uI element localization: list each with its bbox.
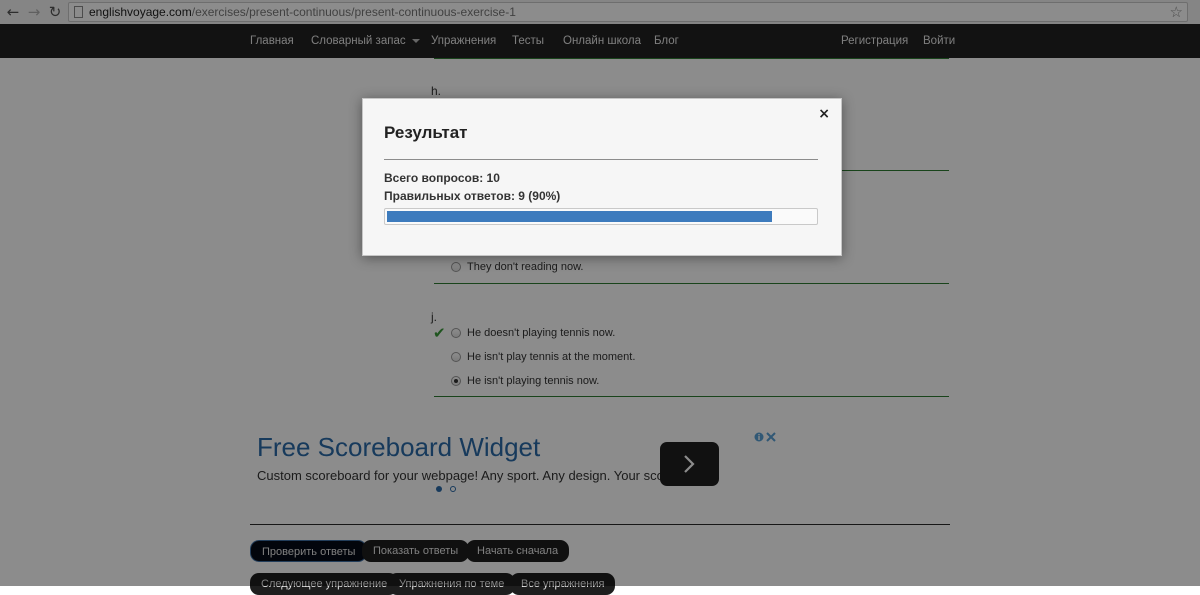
- modal-divider: [384, 159, 818, 160]
- score-progress-bar: [384, 208, 818, 225]
- modal-title: Результат: [384, 123, 468, 142]
- total-questions: Всего вопросов: 10: [384, 171, 500, 185]
- modal-backdrop[interactable]: [0, 0, 1200, 586]
- results-modal: × Результат Всего вопросов: 10 Правильны…: [362, 98, 842, 256]
- close-icon[interactable]: ×: [818, 106, 830, 122]
- score-progress-fill: [387, 211, 772, 222]
- correct-answers: Правильных ответов: 9 (90%): [384, 189, 561, 203]
